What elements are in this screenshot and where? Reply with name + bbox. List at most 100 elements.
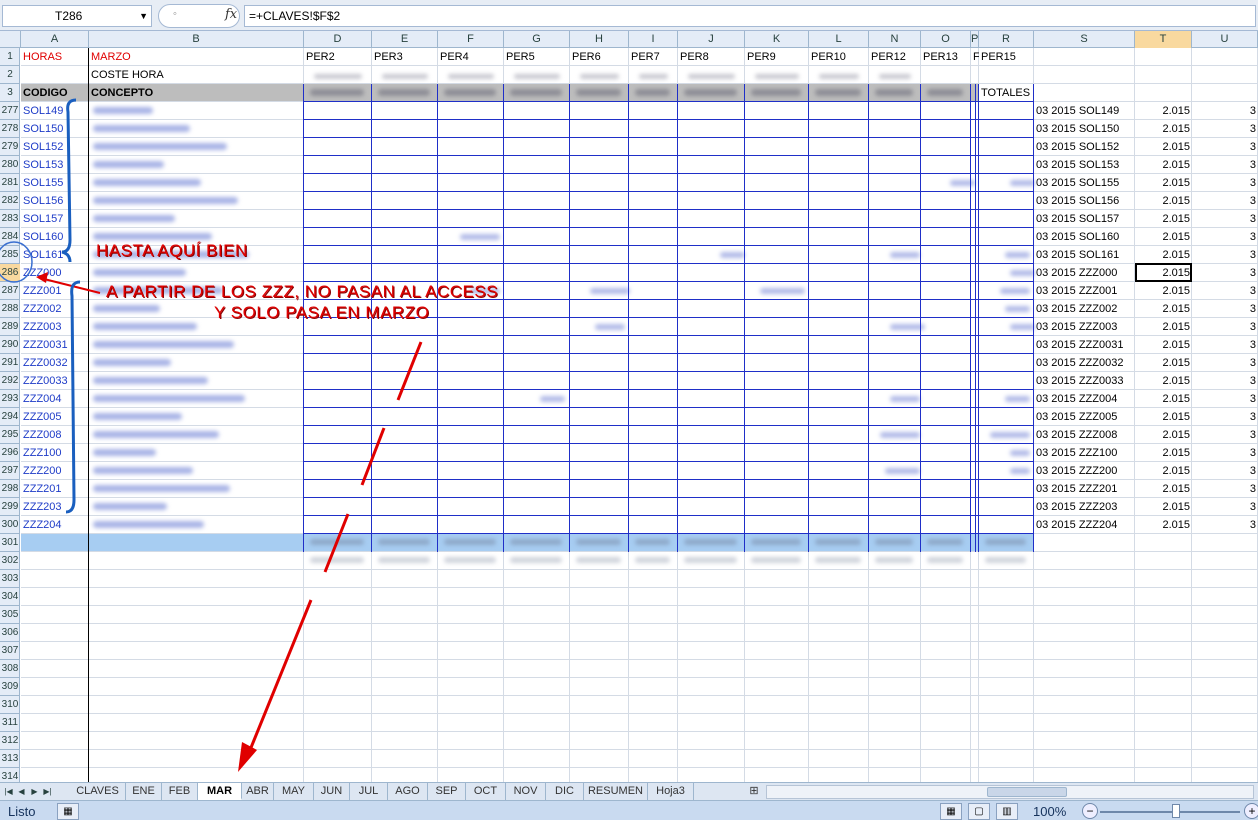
row-header-1[interactable]: 1: [0, 48, 20, 66]
cell-u-value[interactable]: 3: [1192, 102, 1258, 120]
cell-t-value[interactable]: 2.015: [1135, 102, 1192, 120]
name-box[interactable]: T286 ▼: [2, 5, 152, 27]
cell-t-value[interactable]: 2.015: [1135, 426, 1192, 444]
column-header-g[interactable]: G: [504, 31, 570, 48]
cell-s-value[interactable]: 03 2015 SOL152: [1034, 138, 1135, 156]
cell-codigo-value[interactable]: SOL161: [21, 246, 89, 264]
zoom-level[interactable]: 100%: [1033, 804, 1066, 819]
cell-t-value[interactable]: 2.015: [1135, 120, 1192, 138]
cell-s-value[interactable]: 03 2015 ZZZ100: [1034, 444, 1135, 462]
row-header-286[interactable]: 286: [0, 264, 20, 282]
row-header-3[interactable]: 3: [0, 84, 20, 102]
cell-period-per3[interactable]: PER3: [372, 48, 438, 66]
scrollbar-thumb[interactable]: [987, 787, 1067, 797]
cell-period-per5[interactable]: PER5: [504, 48, 570, 66]
insert-function-icon[interactable]: fx: [225, 7, 237, 22]
column-header-s[interactable]: S: [1034, 31, 1135, 48]
cell-t-value[interactable]: 2.015: [1135, 444, 1192, 462]
cell-s-value[interactable]: 03 2015 ZZZ203: [1034, 498, 1135, 516]
row-header-281[interactable]: 281: [0, 174, 20, 192]
cell-s-value[interactable]: 03 2015 SOL150: [1034, 120, 1135, 138]
cell-t-value[interactable]: 2.015: [1135, 246, 1192, 264]
cell-marzo[interactable]: MARZO: [89, 48, 304, 66]
column-header-l[interactable]: L: [809, 31, 869, 48]
cell-t-value[interactable]: 2.015: [1135, 174, 1192, 192]
cell-u-value[interactable]: 3: [1192, 408, 1258, 426]
cell-t-value[interactable]: 2.015: [1135, 336, 1192, 354]
cell-s-value[interactable]: 03 2015 SOL155: [1034, 174, 1135, 192]
zoom-out-icon[interactable]: −: [1082, 803, 1098, 819]
cell-u-value[interactable]: 3: [1192, 264, 1258, 282]
column-header-t[interactable]: T: [1135, 31, 1192, 48]
row-header-279[interactable]: 279: [0, 138, 20, 156]
cell-codigo-value[interactable]: SOL153: [21, 156, 89, 174]
cell-period-per2[interactable]: PER2: [304, 48, 372, 66]
row-header-304[interactable]: 304: [0, 588, 20, 606]
sheet-tab-hoja3[interactable]: Hoja3: [648, 783, 694, 800]
cell-codigo-value[interactable]: ZZZ004: [21, 390, 89, 408]
cell-period-per8[interactable]: PER8: [678, 48, 745, 66]
cell-u-value[interactable]: 3: [1192, 156, 1258, 174]
column-header-d[interactable]: D: [304, 31, 372, 48]
column-header-u[interactable]: U: [1192, 31, 1258, 48]
row-header-305[interactable]: 305: [0, 606, 20, 624]
cell-u-value[interactable]: 3: [1192, 516, 1258, 534]
cell-u-value[interactable]: 3: [1192, 192, 1258, 210]
cell-t-value[interactable]: 2.015: [1135, 462, 1192, 480]
cell-coste-hora[interactable]: COSTE HORA: [89, 66, 304, 84]
cell-s-value[interactable]: 03 2015 ZZZ200: [1034, 462, 1135, 480]
cell-codigo-value[interactable]: SOL157: [21, 210, 89, 228]
cell-grid[interactable]: HORAS MARZO PER2 PER3 PER4 PER5 PER6 PER7 PER8 PE…: [21, 48, 1258, 782]
cell-t-value[interactable]: 2.015: [1135, 480, 1192, 498]
column-header-e[interactable]: E: [372, 31, 438, 48]
zoom-slider[interactable]: [1100, 811, 1240, 813]
cell-u-value[interactable]: 3: [1192, 210, 1258, 228]
cell-codigo-value[interactable]: ZZZ201: [21, 480, 89, 498]
cell-s-value[interactable]: 03 2015 ZZZ201: [1034, 480, 1135, 498]
row-header-307[interactable]: 307: [0, 642, 20, 660]
cell-codigo-value[interactable]: ZZZ002: [21, 300, 89, 318]
cell-s-value[interactable]: 03 2015 ZZZ005: [1034, 408, 1135, 426]
cell-t-value[interactable]: 2.015: [1135, 192, 1192, 210]
sheet-tab-nov[interactable]: NOV: [506, 783, 546, 800]
cell-horas[interactable]: HORAS: [21, 48, 89, 66]
column-header-h[interactable]: H: [570, 31, 629, 48]
cell-s-value[interactable]: 03 2015 SOL153: [1034, 156, 1135, 174]
cell-period-per7[interactable]: PER7: [629, 48, 678, 66]
cell-period-per6[interactable]: PER6: [570, 48, 629, 66]
cell-u-value[interactable]: 3: [1192, 318, 1258, 336]
cell-t-value[interactable]: 2.015: [1135, 354, 1192, 372]
cell-s-value[interactable]: 03 2015 SOL161: [1034, 246, 1135, 264]
cell-s-value[interactable]: 03 2015 SOL156: [1034, 192, 1135, 210]
cell-u-value[interactable]: 3: [1192, 300, 1258, 318]
cell-t-value[interactable]: 2.015: [1135, 372, 1192, 390]
row-header-288[interactable]: 288: [0, 300, 20, 318]
cell-t-value[interactable]: 2.015: [1135, 300, 1192, 318]
row-header-295[interactable]: 295: [0, 426, 20, 444]
cell-concepto[interactable]: CONCEPTO: [89, 84, 304, 102]
normal-view-icon[interactable]: ▦: [940, 803, 962, 820]
cell-u-value[interactable]: 3: [1192, 354, 1258, 372]
cell-s-value[interactable]: 03 2015 ZZZ000: [1034, 264, 1135, 282]
column-header-i[interactable]: I: [629, 31, 678, 48]
cell-period-per10[interactable]: PER10: [809, 48, 869, 66]
cell-codigo-value[interactable]: ZZZ204: [21, 516, 89, 534]
row-header-285[interactable]: 285: [0, 246, 20, 264]
cell-s-value[interactable]: 03 2015 ZZZ001: [1034, 282, 1135, 300]
sheet-tab-claves[interactable]: CLAVES: [70, 783, 126, 800]
row-header-313[interactable]: 313: [0, 750, 20, 768]
cell-codigo-value[interactable]: SOL160: [21, 228, 89, 246]
cell-period-per4[interactable]: PER4: [438, 48, 504, 66]
cell-u-value[interactable]: 3: [1192, 372, 1258, 390]
cell-t-value[interactable]: 2.015: [1135, 282, 1192, 300]
select-all-corner[interactable]: [0, 31, 21, 48]
column-header-f[interactable]: F: [438, 31, 504, 48]
row-header-2[interactable]: 2: [0, 66, 20, 84]
cell-codigo-value[interactable]: SOL149: [21, 102, 89, 120]
first-sheet-icon[interactable]: |◀: [3, 785, 14, 798]
sheet-tab-ago[interactable]: AGO: [388, 783, 428, 800]
cell-t-value[interactable]: 2.015: [1135, 210, 1192, 228]
row-header-292[interactable]: 292: [0, 372, 20, 390]
cell-codigo-value[interactable]: SOL155: [21, 174, 89, 192]
cell-codigo-value[interactable]: ZZZ200: [21, 462, 89, 480]
